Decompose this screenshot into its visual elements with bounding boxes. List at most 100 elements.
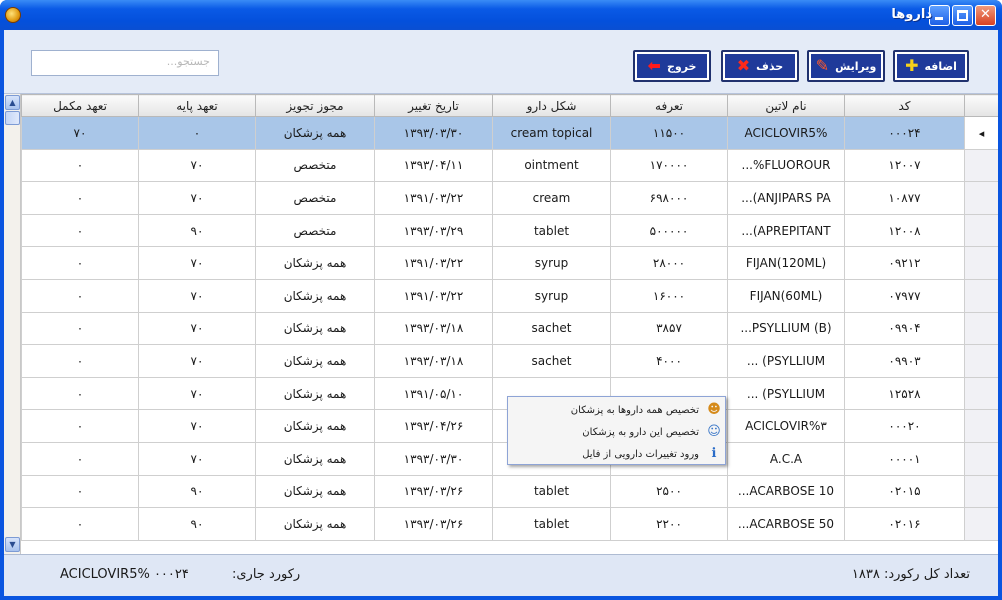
cell-latin[interactable]: FLUOROUR%...: [727, 148, 845, 183]
row-header[interactable]: [964, 148, 998, 183]
cell-date[interactable]: ۱۳۹۱/۰۳/۲۲: [374, 246, 493, 280]
cell-tariff[interactable]: ۲۸۰۰۰: [610, 246, 728, 280]
cell-base[interactable]: ۹۰: [138, 507, 256, 541]
cell-permit[interactable]: همه پزشکان: [255, 344, 375, 378]
menu-import-changes[interactable]: ℹ ورود تغییرات دارویی از فایل: [508, 443, 727, 465]
row-header[interactable]: [964, 213, 998, 248]
cell-latin[interactable]: ACICLOVIR5%: [727, 116, 845, 150]
cell-supp[interactable]: ۰: [21, 409, 139, 443]
table-row[interactable]: ۰ ۷۰ همه پزشکان ۱۳۹۱/۰۳/۲۲ syrup ۲۸۰۰۰ FIJAN(1…: [21, 246, 998, 280]
row-header[interactable]: [964, 474, 998, 509]
cell-latin[interactable]: APREPITANT)...: [727, 213, 845, 248]
cell-permit[interactable]: همه پزشکان: [255, 376, 375, 411]
cell-code[interactable]: ۰۹۹۰۴: [844, 311, 965, 346]
cell-latin[interactable]: ACARBOSE 50...: [727, 507, 845, 541]
row-header[interactable]: ◂: [964, 116, 998, 150]
row-header[interactable]: [964, 311, 998, 346]
cell-tariff[interactable]: ۱۶۰۰۰: [610, 278, 728, 313]
edit-button[interactable]: ویرایش ✎: [807, 50, 885, 82]
cell-base[interactable]: ۹۰: [138, 213, 256, 248]
cell-form[interactable]: cream: [492, 181, 611, 215]
table-row[interactable]: ۰ ۹۰ همه پزشکان ۱۳۹۳/۰۳/۲۶ tablet ۲۵۰۰ ACARBOS…: [21, 474, 998, 509]
column-header[interactable]: تعهد مکمل: [21, 94, 139, 117]
cell-date[interactable]: ۱۳۹۱/۰۵/۱۰: [374, 376, 493, 411]
cell-code[interactable]: ۱۲۵۲۸: [844, 376, 965, 411]
row-header[interactable]: [964, 376, 998, 411]
cell-form[interactable]: tablet: [492, 213, 611, 248]
table-row[interactable]: ۷۰ ۰ همه پزشکان ۱۳۹۳/۰۳/۳۰ cream topical ۱۱۵۰…: [21, 116, 998, 150]
cell-supp[interactable]: ۰: [21, 311, 139, 346]
cell-latin[interactable]: ACICLOVIR%۳: [727, 409, 845, 443]
cell-latin[interactable]: PSYLLIUM (B)...: [727, 311, 845, 346]
cell-permit[interactable]: همه پزشکان: [255, 116, 375, 150]
search-input[interactable]: جستجو...: [31, 50, 219, 76]
row-header[interactable]: [964, 344, 998, 378]
cell-form[interactable]: sachet: [492, 311, 611, 346]
cell-code[interactable]: ۰۹۲۱۲: [844, 246, 965, 280]
cell-permit[interactable]: همه پزشکان: [255, 311, 375, 346]
table-row[interactable]: ۰ ۷۰ متخصص ۱۳۹۱/۰۳/۲۲ cream ۶۹۸۰۰۰ ANJIPARS PA…: [21, 181, 998, 215]
column-header[interactable]: تعرفه: [610, 94, 728, 117]
cell-code[interactable]: ۰۹۹۰۳: [844, 344, 965, 378]
cell-supp[interactable]: ۰: [21, 474, 139, 509]
cell-code[interactable]: ۰۷۹۷۷: [844, 278, 965, 313]
cell-base[interactable]: ۷۰: [138, 344, 256, 378]
cell-form[interactable]: cream topical: [492, 116, 611, 150]
cell-base[interactable]: ۷۰: [138, 376, 256, 411]
cell-supp[interactable]: ۰: [21, 181, 139, 215]
cell-latin[interactable]: PSYLLIUM) ...: [727, 376, 845, 411]
cell-date[interactable]: ۱۳۹۳/۰۳/۱۸: [374, 344, 493, 378]
cell-supp[interactable]: ۰: [21, 507, 139, 541]
scroll-down-arrow-icon[interactable]: ▼: [5, 537, 20, 552]
cell-base[interactable]: ۷۰: [138, 311, 256, 346]
cell-latin[interactable]: A.C.A: [727, 441, 845, 476]
cell-permit[interactable]: همه پزشکان: [255, 507, 375, 541]
cell-code[interactable]: ۰۰۰۲۴: [844, 116, 965, 150]
cell-permit[interactable]: همه پزشکان: [255, 409, 375, 443]
cell-code[interactable]: ۱۰۸۷۷: [844, 181, 965, 215]
cell-tariff[interactable]: ۴۰۰۰: [610, 344, 728, 378]
cell-date[interactable]: ۱۳۹۳/۰۳/۲۶: [374, 507, 493, 541]
cell-latin[interactable]: FIJAN(120ML): [727, 246, 845, 280]
cell-tariff[interactable]: ۲۵۰۰: [610, 474, 728, 509]
vertical-scrollbar[interactable]: ▲ ▼: [4, 94, 21, 554]
cell-date[interactable]: ۱۳۹۱/۰۳/۲۲: [374, 278, 493, 313]
cell-date[interactable]: ۱۳۹۳/۰۳/۲۶: [374, 474, 493, 509]
table-row[interactable]: ۰ ۷۰ همه پزشکان ۱۳۹۱/۰۳/۲۲ syrup ۱۶۰۰۰ FIJAN(6…: [21, 278, 998, 313]
cell-date[interactable]: ۱۳۹۳/۰۴/۱۱: [374, 148, 493, 183]
exit-button[interactable]: خروج ⬅: [633, 50, 711, 82]
table-row[interactable]: ۰ ۹۰ همه پزشکان ۱۳۹۳/۰۳/۲۶ tablet ۲۲۰۰ ACARBOS…: [21, 507, 998, 541]
cell-base[interactable]: ۷۰: [138, 278, 256, 313]
cell-supp[interactable]: ۰: [21, 213, 139, 248]
cell-base[interactable]: ۷۰: [138, 181, 256, 215]
scroll-up-arrow-icon[interactable]: ▲: [5, 95, 20, 110]
cell-permit[interactable]: متخصص: [255, 213, 375, 248]
cell-latin[interactable]: ANJIPARS PA)...: [727, 181, 845, 215]
cell-date[interactable]: ۱۳۹۳/۰۳/۲۹: [374, 213, 493, 248]
title-bar[interactable]: ✕ داروها: [0, 0, 1002, 30]
cell-base[interactable]: ۷۰: [138, 148, 256, 183]
cell-code[interactable]: ۰۰۰۲۰: [844, 409, 965, 443]
cell-latin[interactable]: ACARBOSE 10...: [727, 474, 845, 509]
cell-form[interactable]: tablet: [492, 474, 611, 509]
cell-latin[interactable]: PSYLLIUM) ...: [727, 344, 845, 378]
cell-latin[interactable]: FIJAN(60ML): [727, 278, 845, 313]
row-header[interactable]: [964, 441, 998, 476]
cell-code[interactable]: ۱۲۰۰۷: [844, 148, 965, 183]
cell-supp[interactable]: ۰: [21, 148, 139, 183]
cell-supp[interactable]: ۰: [21, 441, 139, 476]
cell-date[interactable]: ۱۳۹۳/۰۳/۱۸: [374, 311, 493, 346]
cell-form[interactable]: syrup: [492, 278, 611, 313]
column-header[interactable]: کد: [844, 94, 965, 117]
cell-supp[interactable]: ۷۰: [21, 116, 139, 150]
column-header[interactable]: شکل دارو: [492, 94, 611, 117]
cell-base[interactable]: ۷۰: [138, 409, 256, 443]
cell-permit[interactable]: همه پزشکان: [255, 441, 375, 476]
cell-code[interactable]: ۱۲۰۰۸: [844, 213, 965, 248]
cell-form[interactable]: ointment: [492, 148, 611, 183]
cell-tariff[interactable]: ۱۱۵۰۰: [610, 116, 728, 150]
cell-tariff[interactable]: ۶۹۸۰۰۰: [610, 181, 728, 215]
column-header[interactable]: تعهد پایه: [138, 94, 256, 117]
cell-date[interactable]: ۱۳۹۳/۰۳/۳۰: [374, 441, 493, 476]
cell-tariff[interactable]: ۱۷۰۰۰۰: [610, 148, 728, 183]
